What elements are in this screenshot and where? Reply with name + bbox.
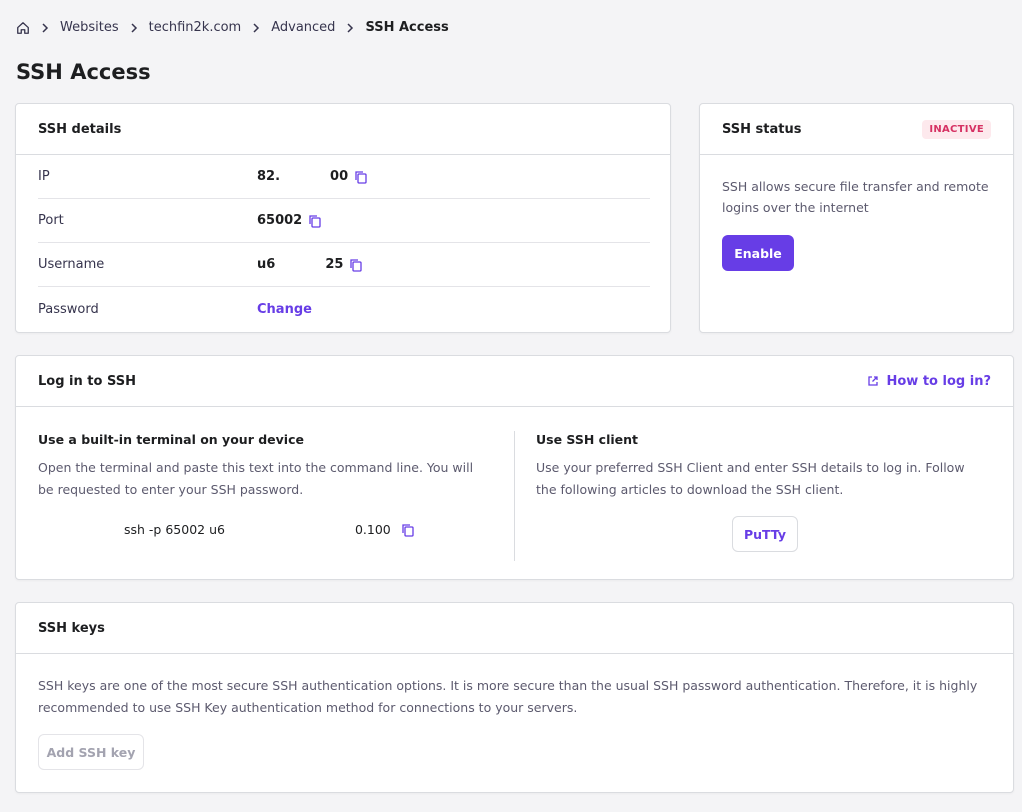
- username-value: u6 25: [257, 257, 363, 272]
- login-ssh-card: Log in to SSH How to log in? Use a built…: [15, 355, 1014, 580]
- ssh-command: ssh -p 65002 u6 0.100: [124, 522, 415, 537]
- chevron-right-icon: [129, 22, 139, 33]
- how-to-login-label: How to log in?: [886, 373, 992, 389]
- username-value-end: 25: [325, 257, 344, 272]
- ip-value-end: 00: [330, 169, 349, 184]
- ssh-status-header: SSH status INACTIVE: [700, 104, 1013, 155]
- ssh-status-card: SSH status INACTIVE SSH allows secure fi…: [699, 103, 1014, 333]
- copy-icon[interactable]: [308, 214, 322, 228]
- ssh-keys-header: SSH keys: [16, 603, 1013, 654]
- page-title: SSH Access: [16, 60, 151, 84]
- ssh-client-title: Use SSH client: [536, 432, 639, 447]
- username-label: Username: [38, 257, 105, 272]
- password-label: Password: [38, 301, 99, 317]
- terminal-description: Open the terminal and paste this text in…: [38, 460, 474, 497]
- detail-row-password: Password Change: [38, 287, 650, 331]
- ssh-status-description: SSH allows secure file transfer and remo…: [722, 179, 989, 215]
- ip-label: IP: [38, 169, 50, 184]
- port-value: 65002: [257, 213, 322, 228]
- ssh-keys-card: SSH keys SSH keys are one of the most se…: [15, 602, 1014, 793]
- username-value-start: u6: [257, 257, 276, 272]
- column-divider: [514, 431, 515, 561]
- ip-value-start: 82.: [257, 169, 281, 184]
- ssh-client-description: Use your preferred SSH Client and enter …: [536, 460, 965, 497]
- breadcrumb-item-advanced[interactable]: Advanced: [271, 20, 335, 35]
- status-badge: INACTIVE: [922, 119, 991, 139]
- putty-button[interactable]: PuTTy: [732, 516, 798, 552]
- ssh-details-card: SSH details IP 82. 00 Port 65002 Usernam…: [15, 103, 671, 333]
- external-link-icon: [867, 375, 879, 387]
- port-label: Port: [38, 213, 64, 228]
- detail-row-ip: IP 82. 00: [38, 155, 650, 199]
- enable-button[interactable]: Enable: [722, 235, 794, 271]
- ip-value: 82. 00: [257, 169, 368, 184]
- breadcrumb-current: SSH Access: [365, 20, 449, 35]
- change-password-link[interactable]: Change: [257, 302, 312, 317]
- ssh-keys-title: SSH keys: [38, 620, 105, 636]
- ssh-command-start: ssh -p 65002 u6: [124, 522, 225, 537]
- ssh-details-title: SSH details: [38, 121, 122, 137]
- detail-row-port: Port 65002: [38, 199, 650, 243]
- home-icon[interactable]: [16, 21, 30, 35]
- chevron-right-icon: [251, 22, 261, 33]
- copy-icon[interactable]: [401, 523, 415, 537]
- add-ssh-key-button[interactable]: Add SSH key: [38, 734, 144, 770]
- login-ssh-title: Log in to SSH: [38, 373, 136, 389]
- copy-icon[interactable]: [354, 170, 368, 184]
- terminal-title: Use a built-in terminal on your device: [38, 432, 304, 447]
- ssh-command-end: 0.100: [354, 522, 391, 537]
- copy-icon[interactable]: [349, 258, 363, 272]
- breadcrumb-item-domain[interactable]: techfin2k.com: [149, 20, 242, 35]
- how-to-login-link[interactable]: How to log in?: [867, 373, 992, 389]
- login-ssh-header: Log in to SSH How to log in?: [16, 356, 1013, 407]
- breadcrumb: Websites techfin2k.com Advanced SSH Acce…: [16, 20, 449, 35]
- detail-row-username: Username u6 25: [38, 243, 650, 287]
- ssh-details-header: SSH details: [16, 104, 670, 155]
- chevron-right-icon: [40, 22, 50, 33]
- breadcrumb-item-websites[interactable]: Websites: [60, 20, 119, 35]
- ssh-keys-description: SSH keys are one of the most secure SSH …: [38, 678, 978, 715]
- ssh-status-title: SSH status: [722, 121, 802, 137]
- port-value-text: 65002: [257, 213, 303, 228]
- chevron-right-icon: [345, 22, 355, 33]
